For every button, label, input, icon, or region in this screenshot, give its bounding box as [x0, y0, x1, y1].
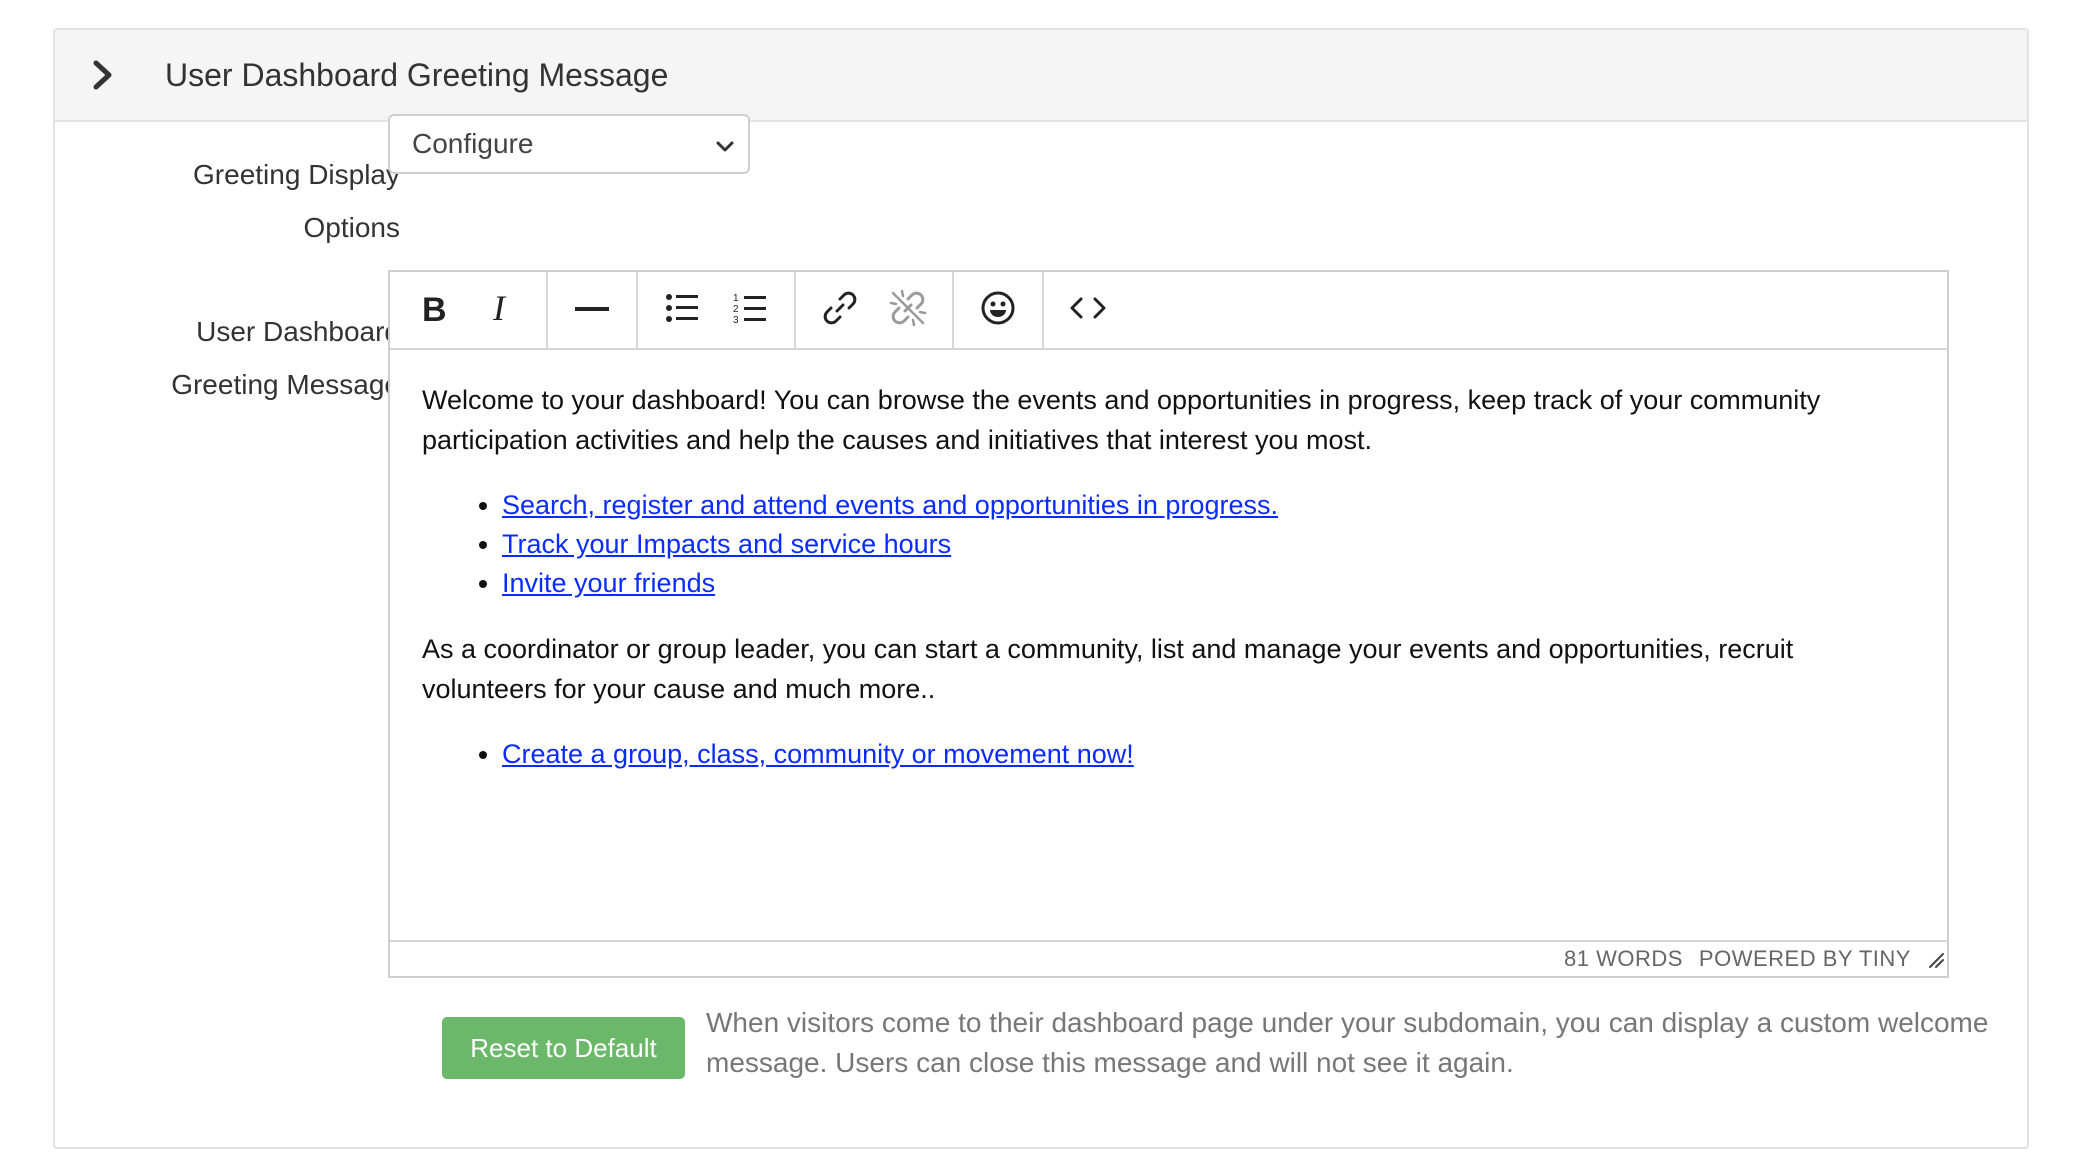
italic-button[interactable]: I [468, 280, 536, 340]
emoticon-icon [980, 290, 1016, 331]
bullet-list-icon [665, 292, 699, 329]
list-item: Create a group, class, community or move… [502, 735, 1915, 774]
toolbar-group-format: B I [390, 272, 548, 348]
greeting-message-label: User Dashboard Greeting Message [100, 305, 400, 411]
italic-icon: I [487, 288, 517, 331]
powered-by-tiny-link[interactable]: POWERED BY TINY [1699, 946, 1911, 972]
unlink-button[interactable] [874, 280, 942, 340]
list-item: Search, register and attend events and o… [502, 486, 1915, 525]
toolbar-group-lists: 1 2 3 [638, 272, 796, 348]
coordinator-paragraph: As a coordinator or group leader, you ca… [422, 634, 1794, 704]
source-code-button[interactable] [1054, 280, 1122, 340]
svg-text:2: 2 [733, 304, 739, 315]
emoticons-button[interactable] [964, 280, 1032, 340]
search-events-link[interactable]: Search, register and attend events and o… [502, 490, 1278, 520]
horizontal-rule-icon [575, 301, 609, 319]
horizontal-rule-button[interactable] [558, 280, 626, 340]
numbered-list-button[interactable]: 1 2 3 [716, 280, 784, 340]
toolbar-group-emoticons [954, 272, 1044, 348]
toolbar-group-code [1044, 272, 1132, 348]
reset-to-default-button[interactable]: Reset to Default [442, 1017, 685, 1079]
editor-statusbar: 81 WORDS POWERED BY TINY [390, 940, 1947, 976]
list-item: Invite your friends [502, 564, 1915, 603]
toolbar-group-links [796, 272, 954, 348]
svg-text:I: I [492, 290, 507, 326]
bullet-list-button[interactable] [648, 280, 716, 340]
unlink-icon [888, 288, 928, 333]
create-group-link[interactable]: Create a group, class, community or move… [502, 739, 1134, 769]
rich-text-editor: B I 1 2 3 Welcome to your dashboard! You… [388, 270, 1949, 978]
panel-header[interactable]: User Dashboard Greeting Message [55, 30, 2027, 122]
panel-title: User Dashboard Greeting Message [165, 56, 669, 93]
svg-text:3: 3 [733, 315, 739, 325]
bold-icon: B [419, 291, 449, 330]
list-item: Track your Impacts and service hours [502, 525, 1915, 564]
label-line: Greeting Message [171, 369, 400, 400]
greeting-display-options-label: Greeting Display Options [120, 148, 400, 254]
link-button[interactable] [806, 280, 874, 340]
track-impacts-link[interactable]: Track your Impacts and service hours [502, 529, 951, 559]
editor-toolbar: B I 1 2 3 [390, 272, 1947, 350]
link-list: Search, register and attend events and o… [422, 486, 1915, 603]
label-line: User Dashboard [196, 316, 400, 347]
numbered-list-icon: 1 2 3 [733, 291, 767, 330]
link-list: Create a group, class, community or move… [422, 735, 1915, 774]
select-value: Configure [412, 128, 534, 159]
editor-content-area[interactable]: Welcome to your dashboard! You can brows… [390, 350, 1947, 774]
help-text: When visitors come to their dashboard pa… [706, 1007, 1989, 1078]
invite-friends-link[interactable]: Invite your friends [502, 568, 715, 598]
label-line: Options [303, 212, 401, 243]
svg-text:1: 1 [733, 293, 739, 304]
label-line: Greeting Display [193, 159, 400, 190]
chevron-right-icon[interactable] [85, 57, 121, 93]
link-icon [821, 289, 859, 332]
resize-handle-icon[interactable] [1927, 951, 1945, 974]
chevron-down-icon [714, 133, 736, 165]
greeting-display-select[interactable]: Configure [388, 114, 750, 174]
toolbar-group-insert [548, 272, 638, 348]
source-code-icon [1070, 296, 1106, 325]
svg-text:B: B [422, 291, 447, 325]
word-count: 81 WORDS [1564, 946, 1683, 971]
intro-paragraph: Welcome to your dashboard! You can brows… [422, 385, 1821, 455]
bold-button[interactable]: B [400, 280, 468, 340]
